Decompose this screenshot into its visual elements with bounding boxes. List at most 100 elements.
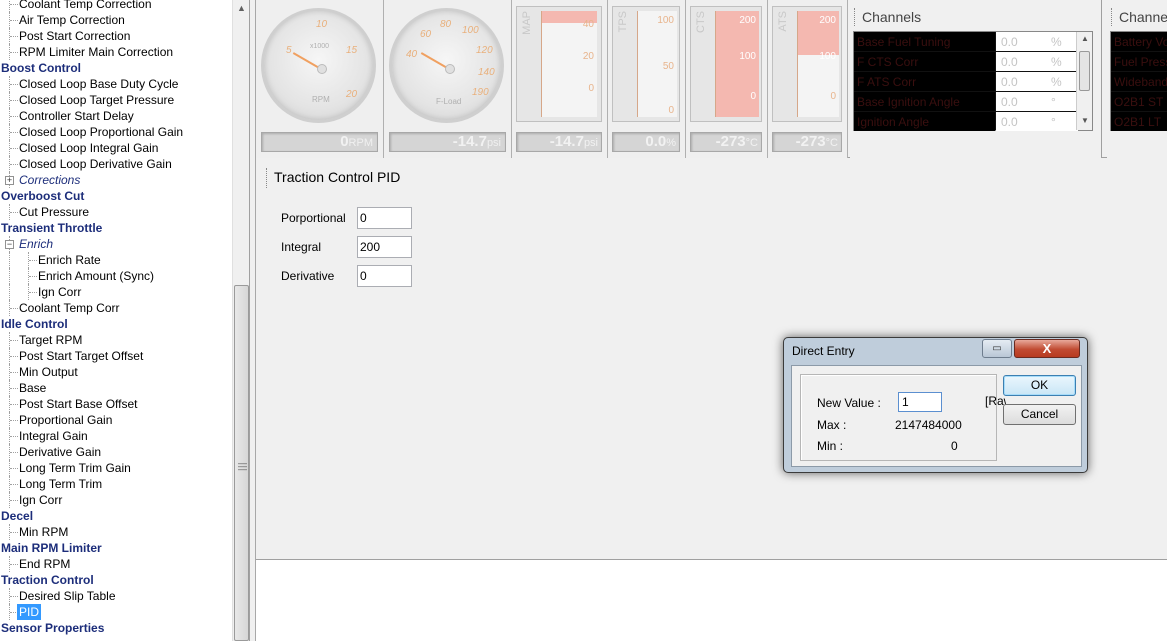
new-value-input[interactable] [898,392,942,412]
ats-gauge-panel: ATS 200 100 0 -273°C [768,0,848,158]
tree-item[interactable]: Air Temp Correction [0,12,232,28]
scrollbar-thumb[interactable] [1079,51,1090,91]
derivative-input[interactable] [357,265,412,287]
tree-line [10,500,18,501]
tps-gauge-panel: TPS 100 50 0 0.0% [608,0,686,158]
channel-row[interactable]: O2B1 ST [1111,92,1167,112]
bar-tick: 0 [750,91,756,102]
tree-label: Enrich [19,237,54,251]
channel-row[interactable]: Base Fuel Tuning 0.0% [854,32,1078,52]
tree-category[interactable]: Decel [0,508,232,524]
tree-item[interactable]: Post Start Correction [0,28,232,44]
channels-scrollbar[interactable]: ▲ ▼ [1076,32,1092,130]
tree-label: Transient Throttle [1,221,103,235]
cancel-button[interactable]: Cancel [1003,404,1076,425]
tree-item[interactable]: Enrich Amount (Sync) [0,268,232,284]
tree-line [10,116,18,117]
bar-tick: 40 [582,19,594,30]
tree-label: Sensor Properties [1,621,105,635]
bar-label: MAP [521,11,533,35]
tree-item[interactable]: Derivative Gain [0,444,232,460]
tree-item[interactable]: Integral Gain [0,428,232,444]
tree-item[interactable]: Desired Slip Table [0,588,232,604]
tree-group[interactable]: + Corrections [0,172,232,188]
tree-item[interactable]: Base [0,380,232,396]
scroll-down-arrow-icon[interactable]: ▼ [1077,116,1093,125]
channels-title: Channels [1119,9,1167,25]
tree-category[interactable]: Main RPM Limiter [0,540,232,556]
tree-item[interactable]: Closed Loop Integral Gain [0,140,232,156]
collapse-icon[interactable]: − [5,240,14,249]
tree-category[interactable]: Traction Control [0,572,232,588]
expand-icon[interactable]: + [5,176,14,185]
channel-row[interactable]: Base Ignition Angle 0.0 ° [854,92,1078,112]
close-button[interactable]: X [1014,339,1080,358]
dial-cap [317,64,327,74]
scroll-up-arrow-icon[interactable]: ▲ [1077,34,1093,43]
channel-row[interactable]: F ATS Corr 0.0% [854,72,1078,92]
dial-tick: 10 [316,19,328,30]
channel-row[interactable]: F CTS Corr 0.0% [854,52,1078,72]
channel-name: F ATS Corr [854,72,995,91]
channel-row[interactable]: Wideband [1111,72,1167,92]
channel-row[interactable]: Battery Vo [1111,32,1167,52]
tree-item[interactable]: Long Term Trim Gain [0,460,232,476]
tree-label: Coolant Temp Corr [19,301,120,315]
integral-input[interactable] [357,236,412,258]
tree-item[interactable]: Long Term Trim [0,476,232,492]
bar-label: ATS [777,11,789,32]
tree-label: Cut Pressure [19,205,90,219]
cts-bar: CTS 200 100 0 [690,6,762,122]
tree-item[interactable]: Ign Corr [0,284,232,300]
tree-category[interactable]: Boost Control [0,60,232,76]
tree-item[interactable]: Post Start Base Offset [0,396,232,412]
tree-item[interactable]: Post Start Target Offset [0,348,232,364]
tree-item[interactable]: End RPM [0,556,232,572]
channel-unit: % [1046,52,1078,71]
tree-item[interactable]: Proportional Gain [0,412,232,428]
tree-category[interactable]: Idle Control [0,316,232,332]
channel-row[interactable]: Ignition Angle 0.0 ° [854,112,1078,132]
tree-item[interactable]: Closed Loop Target Pressure [0,92,232,108]
channel-name: F CTS Corr [854,52,995,71]
tree-line [9,0,10,12]
tree-item[interactable]: Min RPM [0,524,232,540]
channels-list[interactable]: Battery Vo Fuel Press Wideband O2B1 ST O2B1 … [1110,31,1167,131]
tree-item[interactable]: Cut Pressure [0,204,232,220]
tree-category[interactable]: Transient Throttle [0,220,232,236]
tree-category[interactable]: Sensor Properties [0,620,232,636]
ok-button[interactable]: OK [1003,375,1076,396]
channel-row[interactable]: O2B1 LT [1111,112,1167,132]
tree-item[interactable]: Min Output [0,364,232,380]
tree-item[interactable]: Enrich Rate [0,252,232,268]
tree-vertical-scrollbar[interactable]: ▲ ― ― ― [232,0,249,641]
panel-grip [266,168,267,188]
tree-item[interactable]: Closed Loop Base Duty Cycle [0,76,232,92]
tree-item[interactable]: Controller Start Delay [0,108,232,124]
tree-label: Post Start Correction [19,29,131,43]
tree-line [10,212,18,213]
tree-item[interactable]: Ign Corr [0,492,232,508]
channel-name: O2B1 LT [1111,112,1167,131]
tree-item[interactable]: Closed Loop Derivative Gain [0,156,232,172]
proportional-input[interactable] [357,207,412,229]
tree-label: Min Output [19,365,78,379]
tree-item[interactable]: RPM Limiter Main Correction [0,44,232,60]
tree-item[interactable]: Coolant Temp Corr [0,300,232,316]
bar-track: 100 50 0 [637,11,677,117]
tree-category[interactable]: Overboost Cut [0,188,232,204]
tree-item[interactable]: Closed Loop Proportional Gain [0,124,232,140]
tree-label: RPM Limiter Main Correction [19,45,174,59]
scrollbar-thumb[interactable]: ― ― ― [234,285,249,641]
tree-group[interactable]: − Enrich [0,236,232,252]
channel-row[interactable]: Fuel Press [1111,52,1167,72]
channels-list[interactable]: Base Fuel Tuning 0.0% F CTS Corr 0.0% F ATS … [853,31,1093,131]
restore-icon[interactable]: ▭ [982,339,1012,358]
tree-label: Overboost Cut [1,189,85,203]
tree-item[interactable]: PID [0,604,232,620]
scroll-up-arrow-icon[interactable]: ▲ [233,0,249,17]
tree-line [10,404,18,405]
tree-item[interactable]: Coolant Temp Correction [0,0,232,12]
tree-item[interactable]: Target RPM [0,332,232,348]
rpm-gauge-panel: 5 10 15 20 x1000 RPM 0RPM [256,0,384,158]
